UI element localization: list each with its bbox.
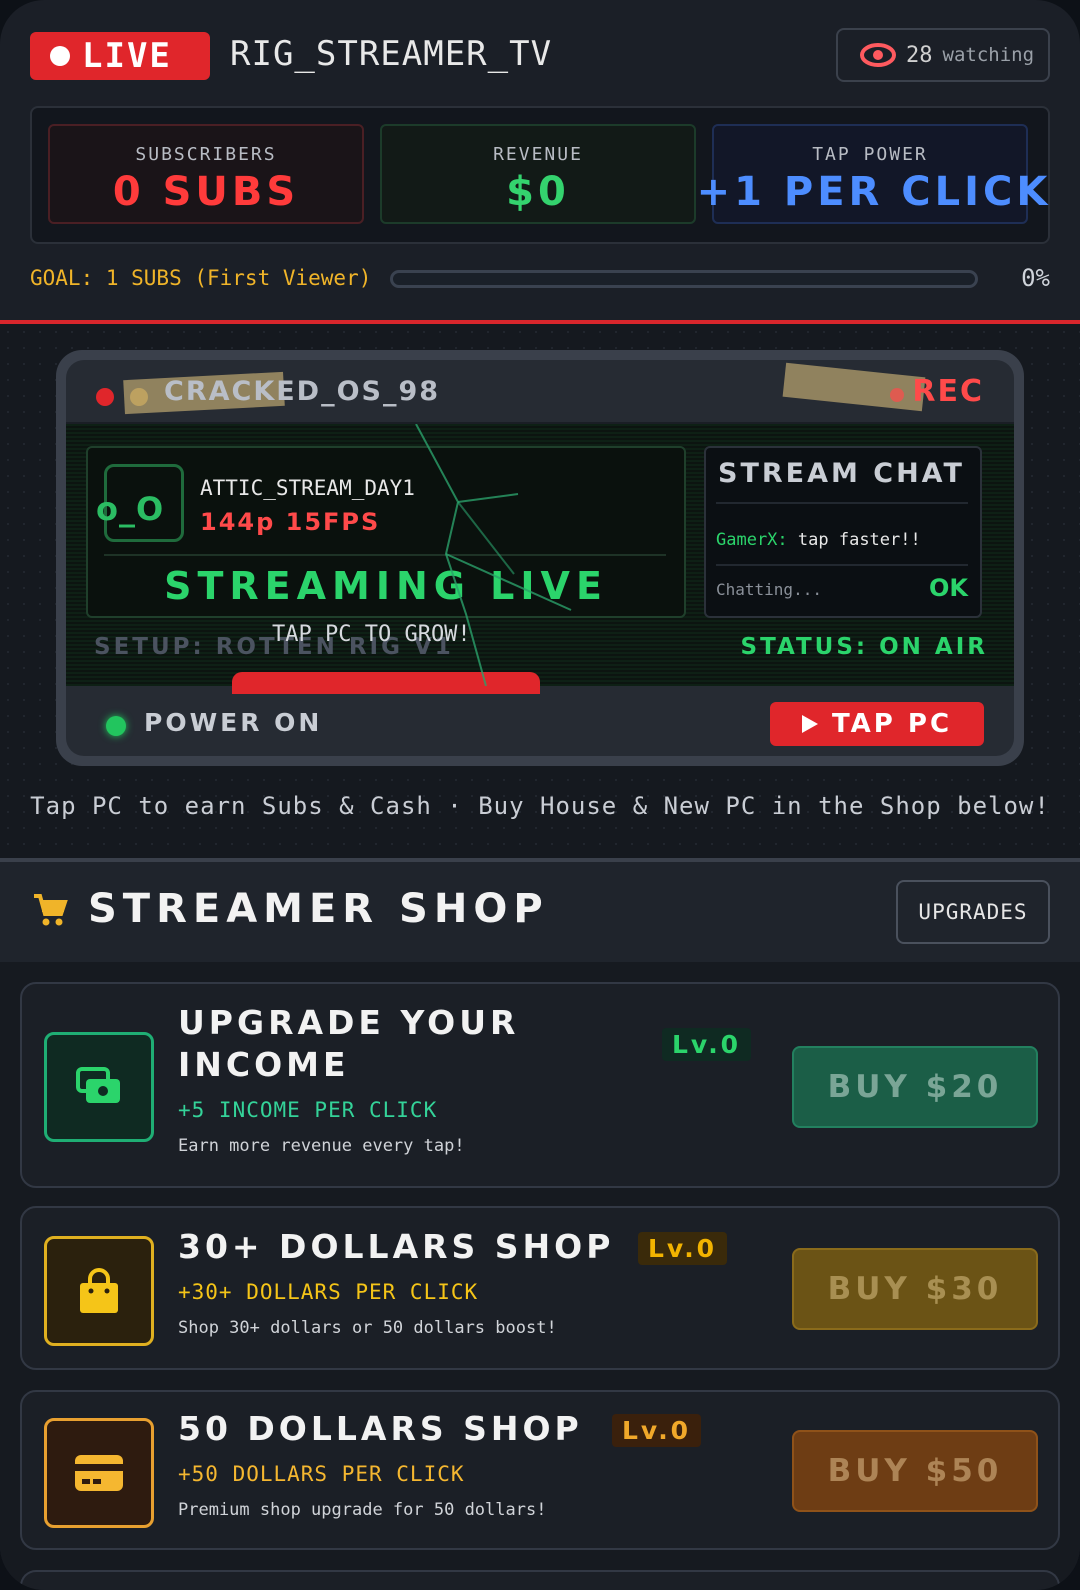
channel-name: RIG_STREAMER_TV [230, 34, 553, 74]
shop-item-upgrade-income: UPGRADE YOUR INCOME Lv.0 +5 INCOME PER C… [20, 982, 1060, 1188]
pc-control-bar: POWER ON TAP PC [66, 688, 1014, 756]
item-title: 50 DOLLARS SHOP [178, 1409, 583, 1448]
shop-item-50-dollars: 50 DOLLARS SHOP Lv.0 +50 DOLLARS PER CLI… [20, 1390, 1060, 1550]
shop-title: STREAMER SHOP [88, 886, 549, 932]
cash-icon [44, 1032, 154, 1142]
revenue-value: $0 [506, 169, 570, 215]
subscribers-value: 0 SUBS [112, 169, 300, 215]
item-perk: +30+ DOLLARS PER CLICK [178, 1280, 479, 1304]
shopping-bag-icon [44, 1236, 154, 1346]
live-dot-icon [50, 46, 70, 66]
item-title-line2: INCOME [178, 1045, 350, 1084]
item-perk: +50 DOLLARS PER CLICK [178, 1462, 465, 1486]
item-level-badge: Lv.0 [662, 1028, 752, 1061]
window-close-dot-icon [96, 388, 114, 406]
item-level-badge: Lv.0 [638, 1232, 728, 1265]
item-title: UPGRADE YOUR INCOME [178, 1002, 519, 1086]
goal-progress-bar [390, 270, 978, 288]
revenue-stat: REVENUE $0 [380, 124, 696, 224]
pc-monitor[interactable]: CRACKED_OS_98 REC o_O ATTIC_STREAM_DAY1 … [56, 350, 1024, 766]
buy-50-dollars-button[interactable]: BUY $50 [792, 1430, 1038, 1512]
viewer-count: 28 watching [836, 28, 1050, 82]
pc-title-bar: CRACKED_OS_98 REC [66, 360, 1014, 424]
live-label: LIVE [82, 36, 172, 76]
tap-pc-button[interactable]: TAP PC [770, 702, 984, 746]
rec-dot-icon [890, 388, 904, 402]
revenue-label: REVENUE [493, 144, 583, 165]
goal-label: GOAL: 1 SUBS (First Viewer) [30, 266, 372, 290]
item-title: 30+ DOLLARS SHOP [178, 1227, 615, 1266]
subscribers-stat: SUBSCRIBERS 0 SUBS [48, 124, 364, 224]
rec-label: REC [912, 374, 984, 409]
item-description: Earn more revenue every tap! [178, 1136, 465, 1156]
item-title-line1: UPGRADE YOUR [178, 1003, 520, 1042]
credit-card-icon [44, 1418, 154, 1528]
play-icon [801, 715, 818, 733]
power-label: POWER ON [144, 708, 323, 737]
buy-upgrade-income-button[interactable]: BUY $20 [792, 1046, 1038, 1128]
tap-pc-label: TAP PC [831, 709, 953, 739]
game-frame: LIVE RIG_STREAMER_TV 28 watching SUBSCRI… [0, 0, 1080, 1590]
top-bar: LIVE RIG_STREAMER_TV 28 watching [30, 28, 1050, 84]
stats-panel: SUBSCRIBERS 0 SUBS REVENUE $0 TAP POWER … [30, 106, 1050, 244]
tap-power-stat: TAP POWER +1 PER CLICK [697, 124, 1047, 224]
item-level-badge: Lv.0 [612, 1414, 702, 1447]
duct-tape-decoration [782, 362, 926, 412]
watch-count: 28 [906, 42, 933, 68]
shop-header: STREAMER SHOP UPGRADES [0, 862, 1080, 962]
screen-crack-decoration [415, 424, 572, 686]
item-description: Shop 30+ dollars or 50 dollars boost! [178, 1318, 557, 1338]
item-perk: +5 INCOME PER CLICK [178, 1098, 438, 1122]
watch-label: watching [942, 44, 1035, 66]
item-description: Premium shop upgrade for 50 dollars! [178, 1500, 547, 1520]
instruction-text: Tap PC to earn Subs & Cash · Buy House &… [30, 792, 1050, 820]
eye-icon [860, 43, 896, 67]
shop-list: UPGRADE YOUR INCOME Lv.0 +5 INCOME PER C… [0, 962, 1080, 1590]
pc-monitor-inner: CRACKED_OS_98 REC o_O ATTIC_STREAM_DAY1 … [66, 360, 1014, 756]
subscribers-label: SUBSCRIBERS [135, 144, 277, 165]
shopping-cart-icon [32, 892, 68, 932]
pc-screen[interactable]: o_O ATTIC_STREAM_DAY1 144p 15FPS STREAMI… [66, 424, 1014, 694]
upgrades-button[interactable]: UPGRADES [896, 880, 1050, 944]
tap-power-value: +1 PER CLICK [696, 169, 1052, 215]
buy-30-dollars-button[interactable]: BUY $30 [792, 1248, 1038, 1330]
os-name: CRACKED_OS_98 [164, 376, 441, 407]
live-badge: LIVE [30, 32, 210, 80]
next-shop-item-edge [20, 1570, 1060, 1590]
tap-power-label: TAP POWER [812, 144, 928, 165]
power-led-icon [106, 716, 126, 736]
shop-item-30-dollars: 30+ DOLLARS SHOP Lv.0 +30+ DOLLARS PER C… [20, 1206, 1060, 1370]
goal-percent: 0% [1021, 264, 1050, 292]
goal-row: GOAL: 1 SUBS (First Viewer) 0% [30, 264, 1050, 296]
